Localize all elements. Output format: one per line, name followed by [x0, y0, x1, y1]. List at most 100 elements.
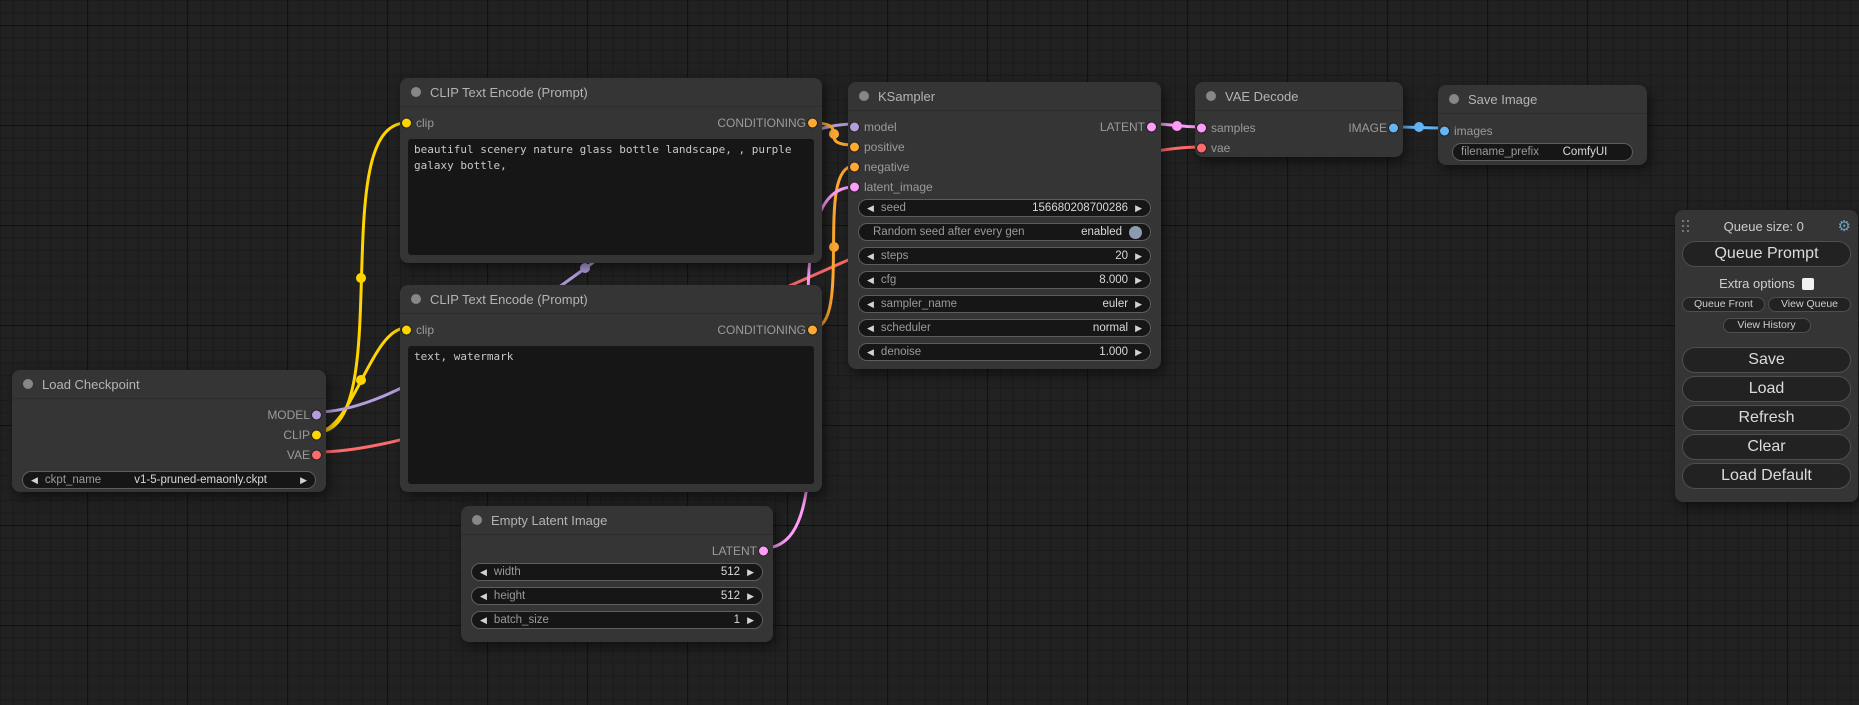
scheduler-widget[interactable]: ◀ scheduler normal ▶	[858, 319, 1151, 337]
view-history-button[interactable]: View History	[1723, 318, 1811, 333]
node-title-bar[interactable]: Load Checkpoint	[12, 370, 326, 399]
collapse-dot-icon[interactable]	[411, 294, 421, 304]
increment-arrow-icon[interactable]: ▶	[747, 592, 754, 601]
link-dot[interactable]	[1414, 122, 1424, 132]
decrement-arrow-icon[interactable]: ◀	[480, 568, 487, 577]
extra-options-checkbox[interactable]	[1802, 278, 1814, 290]
drag-handle-icon[interactable]	[1682, 220, 1690, 233]
increment-arrow-icon[interactable]: ▶	[1135, 300, 1142, 309]
image-output-port[interactable]	[1389, 124, 1398, 133]
node-title-bar[interactable]: KSampler	[848, 82, 1161, 111]
node-load-checkpoint[interactable]: Load Checkpoint MODEL CLIP VAE ◀ ckpt_na…	[12, 370, 326, 492]
refresh-button[interactable]: Refresh	[1682, 405, 1851, 431]
node-vae-decode[interactable]: VAE Decode samples IMAGE vae	[1195, 82, 1403, 157]
widget-value: 512	[721, 566, 740, 578]
latent-image-input-port[interactable]	[850, 183, 859, 192]
vae-input-port[interactable]	[1197, 144, 1206, 153]
decrement-arrow-icon[interactable]: ◀	[867, 348, 874, 357]
steps-widget[interactable]: ◀ steps 20 ▶	[858, 247, 1151, 265]
increment-arrow-icon[interactable]: ▶	[1135, 348, 1142, 357]
collapse-dot-icon[interactable]	[411, 87, 421, 97]
vae-output-port[interactable]	[312, 451, 321, 460]
node-save-image[interactable]: Save Image images filename_prefix ComfyU…	[1438, 85, 1647, 165]
save-button[interactable]: Save	[1682, 347, 1851, 373]
load-default-button[interactable]: Load Default	[1682, 463, 1851, 489]
latent-output-port[interactable]	[1147, 123, 1156, 132]
node-empty-latent-image[interactable]: Empty Latent Image LATENT ◀ width 512 ▶ …	[461, 506, 773, 642]
decrement-arrow-icon[interactable]: ◀	[480, 616, 487, 625]
link-dot[interactable]	[356, 273, 366, 283]
decrement-arrow-icon[interactable]: ◀	[867, 300, 874, 309]
clear-button[interactable]: Clear	[1682, 434, 1851, 460]
slot-row: clip CONDITIONING	[400, 320, 822, 340]
positive-input-port[interactable]	[850, 143, 859, 152]
clip-input-port[interactable]	[402, 119, 411, 128]
collapse-dot-icon[interactable]	[472, 515, 482, 525]
link-dot[interactable]	[829, 242, 839, 252]
collapse-dot-icon[interactable]	[1449, 94, 1459, 104]
increment-arrow-icon[interactable]: ▶	[1135, 252, 1142, 261]
widget-label: batch_size	[494, 614, 549, 626]
node-title-bar[interactable]: VAE Decode	[1195, 82, 1403, 111]
load-button[interactable]: Load	[1682, 376, 1851, 402]
prompt-textarea[interactable]: beautiful scenery nature glass bottle la…	[408, 139, 814, 255]
increment-arrow-icon[interactable]: ▶	[747, 616, 754, 625]
link-dot[interactable]	[829, 129, 839, 139]
decrement-arrow-icon[interactable]: ◀	[867, 324, 874, 333]
queue-front-button[interactable]: Queue Front	[1682, 297, 1765, 312]
latent-output-port[interactable]	[759, 547, 768, 556]
node-title-bar[interactable]: CLIP Text Encode (Prompt)	[400, 285, 822, 314]
samples-input-port[interactable]	[1197, 124, 1206, 133]
model-input-port[interactable]	[850, 123, 859, 132]
ckpt-name-widget[interactable]: ◀ ckpt_name v1-5-pruned-emaonly.ckpt ▶	[22, 471, 316, 489]
widget-label: seed	[881, 202, 906, 214]
graph-canvas[interactable]: Load Checkpoint MODEL CLIP VAE ◀ ckpt_na…	[0, 0, 1859, 705]
filename-prefix-widget[interactable]: filename_prefix ComfyUI	[1452, 143, 1633, 161]
decrement-arrow-icon[interactable]: ◀	[31, 476, 38, 485]
node-clip-text-encode-negative[interactable]: CLIP Text Encode (Prompt) clip CONDITION…	[400, 285, 822, 492]
link-dot[interactable]	[1172, 121, 1182, 131]
increment-arrow-icon[interactable]: ▶	[300, 476, 307, 485]
random-seed-toggle-widget[interactable]: Random seed after every gen enabled	[858, 223, 1151, 241]
increment-arrow-icon[interactable]: ▶	[747, 568, 754, 577]
decrement-arrow-icon[interactable]: ◀	[867, 204, 874, 213]
view-queue-button[interactable]: View Queue	[1768, 297, 1851, 312]
collapse-dot-icon[interactable]	[1206, 91, 1216, 101]
increment-arrow-icon[interactable]: ▶	[1135, 324, 1142, 333]
height-widget[interactable]: ◀ height 512 ▶	[471, 587, 763, 605]
decrement-arrow-icon[interactable]: ◀	[867, 276, 874, 285]
increment-arrow-icon[interactable]: ▶	[1135, 276, 1142, 285]
settings-gear-icon[interactable]: ⚙	[1838, 219, 1851, 234]
link-dot[interactable]	[580, 263, 590, 273]
node-ksampler[interactable]: KSampler model LATENT positive negative …	[848, 82, 1161, 369]
conditioning-output-port[interactable]	[808, 326, 817, 335]
link-dot[interactable]	[356, 375, 366, 385]
node-title-bar[interactable]: Save Image	[1438, 85, 1647, 114]
model-output-port[interactable]	[312, 411, 321, 420]
increment-arrow-icon[interactable]: ▶	[1135, 204, 1142, 213]
queue-prompt-button[interactable]: Queue Prompt	[1682, 241, 1851, 267]
output-label: VAE	[287, 448, 310, 462]
width-widget[interactable]: ◀ width 512 ▶	[471, 563, 763, 581]
negative-input-port[interactable]	[850, 163, 859, 172]
input-label: latent_image	[864, 180, 933, 194]
toggle-indicator[interactable]	[1129, 226, 1142, 239]
collapse-dot-icon[interactable]	[23, 379, 33, 389]
decrement-arrow-icon[interactable]: ◀	[480, 592, 487, 601]
clip-input-port[interactable]	[402, 326, 411, 335]
sampler-name-widget[interactable]: ◀ sampler_name euler ▶	[858, 295, 1151, 313]
collapse-dot-icon[interactable]	[859, 91, 869, 101]
clip-output-port[interactable]	[312, 431, 321, 440]
cfg-widget[interactable]: ◀ cfg 8.000 ▶	[858, 271, 1151, 289]
denoise-widget[interactable]: ◀ denoise 1.000 ▶	[858, 343, 1151, 361]
node-clip-text-encode-positive[interactable]: CLIP Text Encode (Prompt) clip CONDITION…	[400, 78, 822, 263]
node-title-bar[interactable]: Empty Latent Image	[461, 506, 773, 535]
images-input-port[interactable]	[1440, 127, 1449, 136]
conditioning-output-port[interactable]	[808, 119, 817, 128]
batch-size-widget[interactable]: ◀ batch_size 1 ▶	[471, 611, 763, 629]
prompt-textarea[interactable]: text, watermark	[408, 346, 814, 484]
output-label: CONDITIONING	[717, 323, 806, 337]
seed-widget[interactable]: ◀ seed 156680208700286 ▶	[858, 199, 1151, 217]
node-title-bar[interactable]: CLIP Text Encode (Prompt)	[400, 78, 822, 107]
decrement-arrow-icon[interactable]: ◀	[867, 252, 874, 261]
